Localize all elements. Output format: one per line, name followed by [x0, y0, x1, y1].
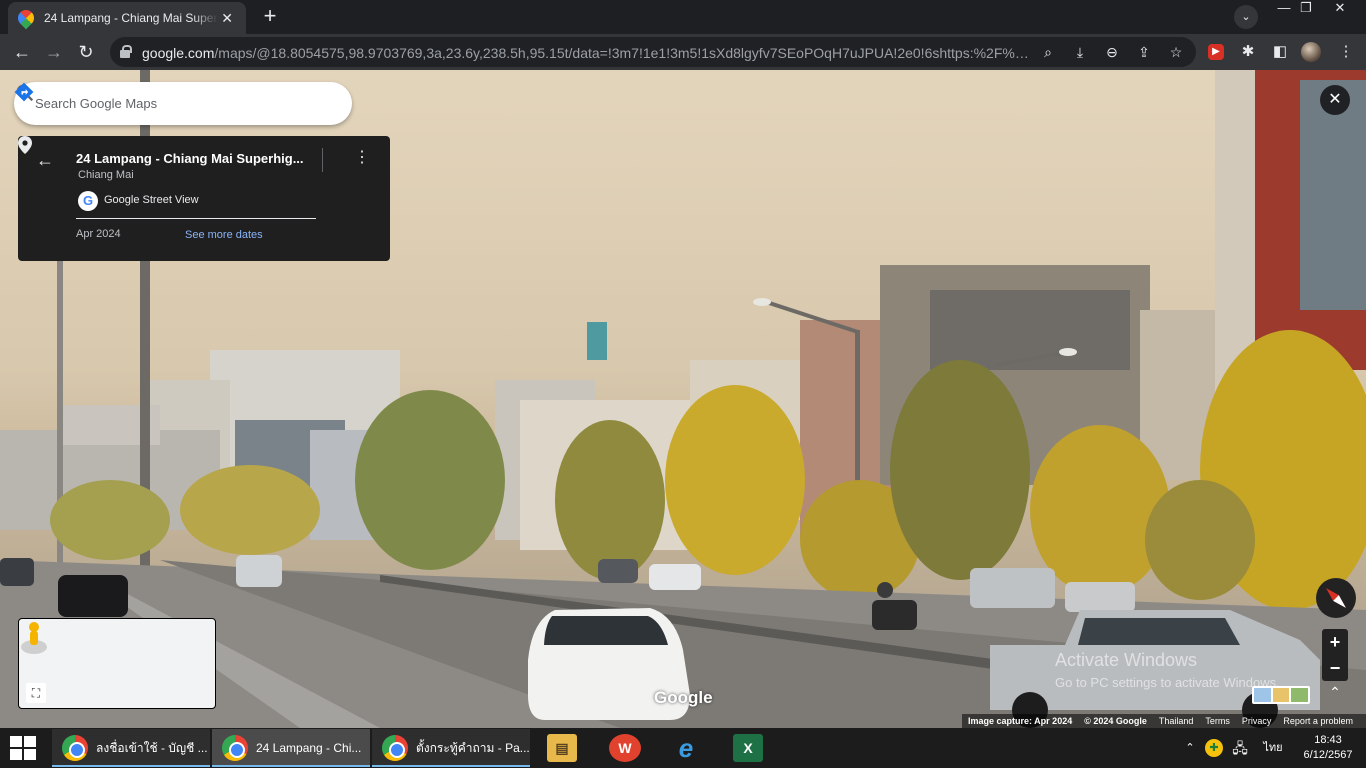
- expand-map-icon[interactable]: ⛶: [26, 683, 46, 703]
- chrome-icon: [382, 735, 408, 761]
- windows-start-icon[interactable]: [10, 736, 36, 760]
- window-close-button[interactable]: ✕: [1326, 0, 1354, 18]
- report-problem-link[interactable]: Report a problem: [1283, 716, 1353, 726]
- zoom-in-button[interactable]: +: [1322, 629, 1348, 655]
- install-app-icon[interactable]: ⤓: [1070, 42, 1090, 62]
- taskbar-item-chrome-1[interactable]: ลงชื่อเข้าใช้ - บัญชี ...: [52, 729, 210, 767]
- place-subtitle: Chiang Mai: [78, 169, 134, 181]
- back-arrow-icon[interactable]: ←: [10, 40, 34, 64]
- directions-icon[interactable]: [14, 82, 34, 102]
- capture-date: Apr 2024: [76, 228, 121, 240]
- zoom-out-button[interactable]: −: [1322, 655, 1348, 681]
- copyright-text: © 2024 Google: [1084, 716, 1147, 726]
- windows-taskbar: ลงชื่อเข้าใช้ - บัญชี ... 24 Lampang - C…: [0, 728, 1366, 768]
- back-arrow-icon[interactable]: ←: [36, 150, 54, 171]
- zoom-control: + −: [1322, 629, 1348, 681]
- menu-more-icon[interactable]: ⋮: [1334, 40, 1358, 64]
- tray-app-icon[interactable]: ✚: [1205, 739, 1223, 757]
- clock[interactable]: 18:43 6/12/2567: [1292, 728, 1364, 768]
- compass-icon[interactable]: [1316, 578, 1356, 618]
- taskbar-item-label: 24 Lampang - Chi...: [256, 741, 362, 755]
- pegman-icon[interactable]: [19, 619, 49, 655]
- address-bar[interactable]: google.com/maps/@18.8054575,98.9703769,3…: [110, 37, 1196, 67]
- close-icon[interactable]: ✕: [218, 10, 236, 27]
- chrome-icon: [62, 735, 88, 761]
- tray-overflow-chevron-icon[interactable]: ⌃: [1183, 728, 1197, 768]
- maps-search-box: [14, 82, 352, 125]
- see-more-dates-link[interactable]: See more dates: [185, 229, 263, 241]
- new-tab-button[interactable]: +: [256, 4, 284, 30]
- taskbar-item-chrome-3[interactable]: ตั้งกระทู้คำถาม - Pa...: [372, 729, 530, 767]
- extension-red-icon[interactable]: ▶: [1208, 44, 1224, 60]
- place-title: 24 Lampang - Chiang Mai Superhig...: [76, 151, 304, 166]
- google-logo: Google: [654, 688, 713, 707]
- lock-icon[interactable]: [120, 45, 132, 58]
- chrome-icon: [222, 735, 248, 761]
- maps-footer: Image capture: Apr 2024 © 2024 Google Th…: [962, 714, 1366, 728]
- taskbar-item-label: ลงชื่อเข้าใช้ - บัญชี ...: [96, 740, 208, 755]
- image-capture-text: Image capture: Apr 2024: [968, 716, 1073, 726]
- search-input[interactable]: [35, 93, 265, 113]
- activate-windows-watermark: Activate Windows Go to PC settings to ac…: [1055, 650, 1280, 690]
- google-maps-favicon-icon: [14, 6, 38, 30]
- more-options-icon[interactable]: ⋮: [354, 148, 370, 168]
- file-explorer-icon[interactable]: ▤: [547, 734, 577, 762]
- tab-title: 24 Lampang - Chiang Mai Superhighway: [44, 11, 218, 25]
- taskbar-item-label: ตั้งกระทู้คำถาม - Pa...: [416, 740, 530, 755]
- imagery-source: Google Street View: [104, 194, 199, 206]
- timeline-rule: [76, 218, 316, 219]
- active-underline: [372, 765, 530, 767]
- search-icon[interactable]: ⌕: [1038, 42, 1058, 62]
- profile-avatar[interactable]: [1301, 42, 1321, 62]
- language-indicator[interactable]: ไทย: [1258, 728, 1288, 768]
- map-pin-icon[interactable]: [18, 136, 32, 154]
- side-panel-icon[interactable]: ◧: [1268, 40, 1292, 64]
- active-underline: [212, 765, 370, 767]
- clock-date: 6/12/2567: [1303, 749, 1353, 761]
- bookmark-star-icon[interactable]: ☆: [1166, 42, 1186, 62]
- browser-tab-strip: 24 Lampang - Chiang Mai Superhighway ✕ +…: [0, 0, 1366, 34]
- active-underline: [52, 765, 210, 767]
- card-divider: [322, 148, 323, 172]
- close-street-view-button[interactable]: ✕: [1320, 85, 1350, 115]
- extensions-puzzle-icon[interactable]: ✱: [1236, 40, 1260, 64]
- forward-arrow-icon[interactable]: →: [42, 40, 66, 64]
- network-icon[interactable]: 🖧: [1230, 728, 1250, 768]
- browser-toolbar: ← → ↻ google.com/maps/@18.8054575,98.970…: [0, 34, 1366, 70]
- clock-time: 18:43: [1314, 734, 1342, 746]
- mini-map[interactable]: ⛶: [18, 618, 216, 709]
- zoom-out-icon[interactable]: ⊖: [1102, 42, 1122, 62]
- street-view-panorama[interactable]: ← 24 Lampang - Chiang Mai Superhig... Ch…: [0, 70, 1366, 728]
- google-g-logo-icon: [78, 191, 98, 211]
- watermark-line1: Activate Windows: [1055, 650, 1198, 670]
- share-icon[interactable]: ⇪: [1134, 42, 1154, 62]
- chevron-up-icon[interactable]: ⌃: [1324, 684, 1346, 706]
- tab-search-chevron-icon[interactable]: ⌄: [1234, 5, 1258, 29]
- excel-icon[interactable]: X: [733, 734, 763, 762]
- privacy-link[interactable]: Privacy: [1242, 716, 1272, 726]
- internet-explorer-icon[interactable]: e: [671, 734, 701, 762]
- layers-thumbnail[interactable]: [1252, 686, 1310, 704]
- taskbar-item-chrome-2[interactable]: 24 Lampang - Chi...: [212, 729, 370, 767]
- wps-office-icon[interactable]: W: [609, 734, 641, 762]
- window-restore-button[interactable]: ❐: [1292, 0, 1320, 18]
- terms-link[interactable]: Terms: [1205, 716, 1230, 726]
- country-link[interactable]: Thailand: [1159, 716, 1194, 726]
- watermark-line2: Go to PC settings to activate Windows.: [1055, 675, 1280, 690]
- street-view-info-card: ← 24 Lampang - Chiang Mai Superhig... Ch…: [18, 136, 390, 261]
- url-text[interactable]: google.com/maps/@18.8054575,98.9703769,3…: [142, 45, 1030, 61]
- reload-icon[interactable]: ↻: [74, 40, 98, 64]
- browser-tab-active[interactable]: 24 Lampang - Chiang Mai Superhighway ✕: [8, 2, 246, 34]
